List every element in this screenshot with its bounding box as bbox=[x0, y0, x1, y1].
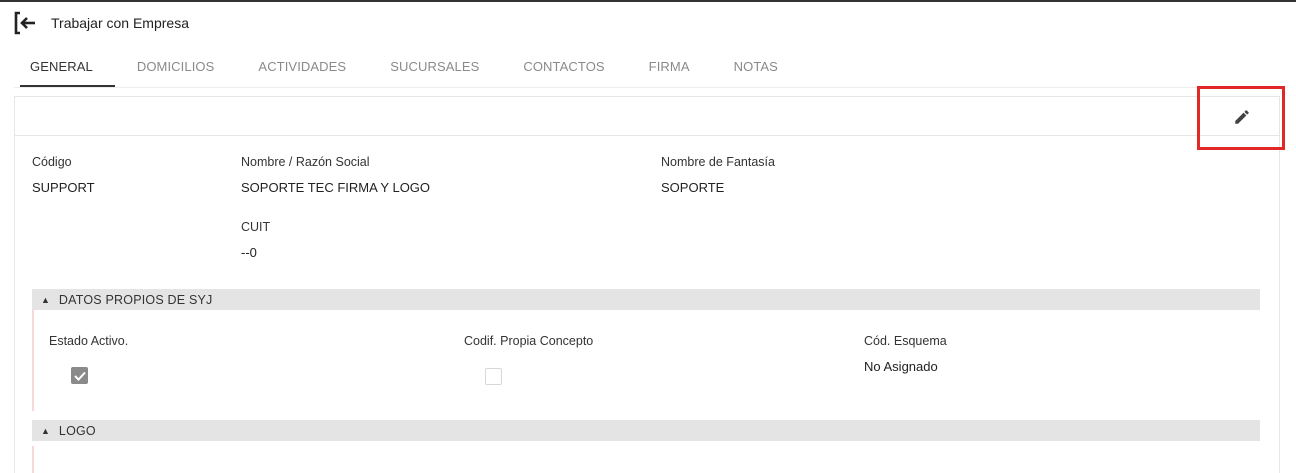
exit-back-icon[interactable] bbox=[14, 11, 36, 35]
tab-domicilios[interactable]: DOMICILIOS bbox=[137, 50, 215, 87]
checkmark-icon bbox=[73, 371, 86, 381]
fantasia-value: SOPORTE bbox=[661, 180, 725, 195]
codigo-value: SUPPORT bbox=[32, 180, 95, 195]
field-fantasia: Nombre de Fantasía SOPORTE bbox=[661, 155, 775, 195]
section-logo-body bbox=[32, 446, 1260, 473]
cod-esquema-label: Cód. Esquema bbox=[864, 334, 947, 348]
codif-propia-checkbox[interactable] bbox=[485, 368, 502, 385]
cuit-value: --0 bbox=[241, 245, 257, 260]
tab-bar: GENERAL DOMICILIOS ACTIVIDADES SUCURSALE… bbox=[20, 50, 822, 87]
section-logo-title: LOGO bbox=[58, 423, 96, 438]
tab-sucursales[interactable]: SUCURSALES bbox=[390, 50, 479, 87]
tab-firma[interactable]: FIRMA bbox=[649, 50, 690, 87]
page-title: Trabajar con Empresa bbox=[51, 15, 189, 31]
field-cuit: CUIT --0 bbox=[241, 220, 270, 260]
tab-contactos[interactable]: CONTACTOS bbox=[523, 50, 604, 87]
estado-activo-label: Estado Activo. bbox=[49, 334, 129, 348]
estado-activo-checkbox[interactable] bbox=[71, 367, 88, 384]
tab-notas[interactable]: NOTAS bbox=[734, 50, 778, 87]
field-codif-propia: Codif. Propia Concepto bbox=[464, 334, 593, 348]
field-codigo: Código SUPPORT bbox=[32, 155, 95, 195]
tab-actividades[interactable]: ACTIVIDADES bbox=[258, 50, 346, 87]
fantasia-label: Nombre de Fantasía bbox=[661, 155, 775, 169]
cuit-label: CUIT bbox=[241, 220, 271, 234]
field-estado-activo: Estado Activo. bbox=[49, 334, 128, 348]
field-cod-esquema: Cód. Esquema No Asignado bbox=[864, 334, 947, 374]
nombre-label: Nombre / Razón Social bbox=[241, 155, 370, 169]
page-header: Trabajar con Empresa bbox=[14, 10, 189, 36]
edit-button[interactable] bbox=[1227, 103, 1257, 131]
nombre-value: SOPORTE TEC FIRMA Y LOGO bbox=[241, 180, 431, 195]
top-border bbox=[0, 0, 1296, 2]
collapse-triangle-icon: ▲ bbox=[41, 425, 50, 436]
tabs-divider bbox=[14, 87, 1280, 88]
section-datos-propios-title: DATOS PROPIOS DE SYJ bbox=[58, 292, 213, 307]
tab-general[interactable]: GENERAL bbox=[20, 50, 115, 87]
codigo-label: Código bbox=[32, 155, 72, 169]
section-logo-header[interactable]: ▲ LOGO bbox=[32, 420, 1260, 441]
field-nombre: Nombre / Razón Social SOPORTE TEC FIRMA … bbox=[241, 155, 430, 195]
general-card bbox=[14, 96, 1280, 473]
card-toolbar bbox=[15, 97, 1279, 136]
pencil-icon bbox=[1235, 110, 1249, 124]
codif-propia-label: Codif. Propia Concepto bbox=[464, 334, 594, 348]
section-datos-propios-header[interactable]: ▲ DATOS PROPIOS DE SYJ bbox=[32, 289, 1260, 310]
section-datos-propios-body bbox=[32, 310, 1260, 411]
cod-esquema-value: No Asignado bbox=[864, 359, 938, 374]
collapse-triangle-icon: ▲ bbox=[41, 294, 50, 305]
